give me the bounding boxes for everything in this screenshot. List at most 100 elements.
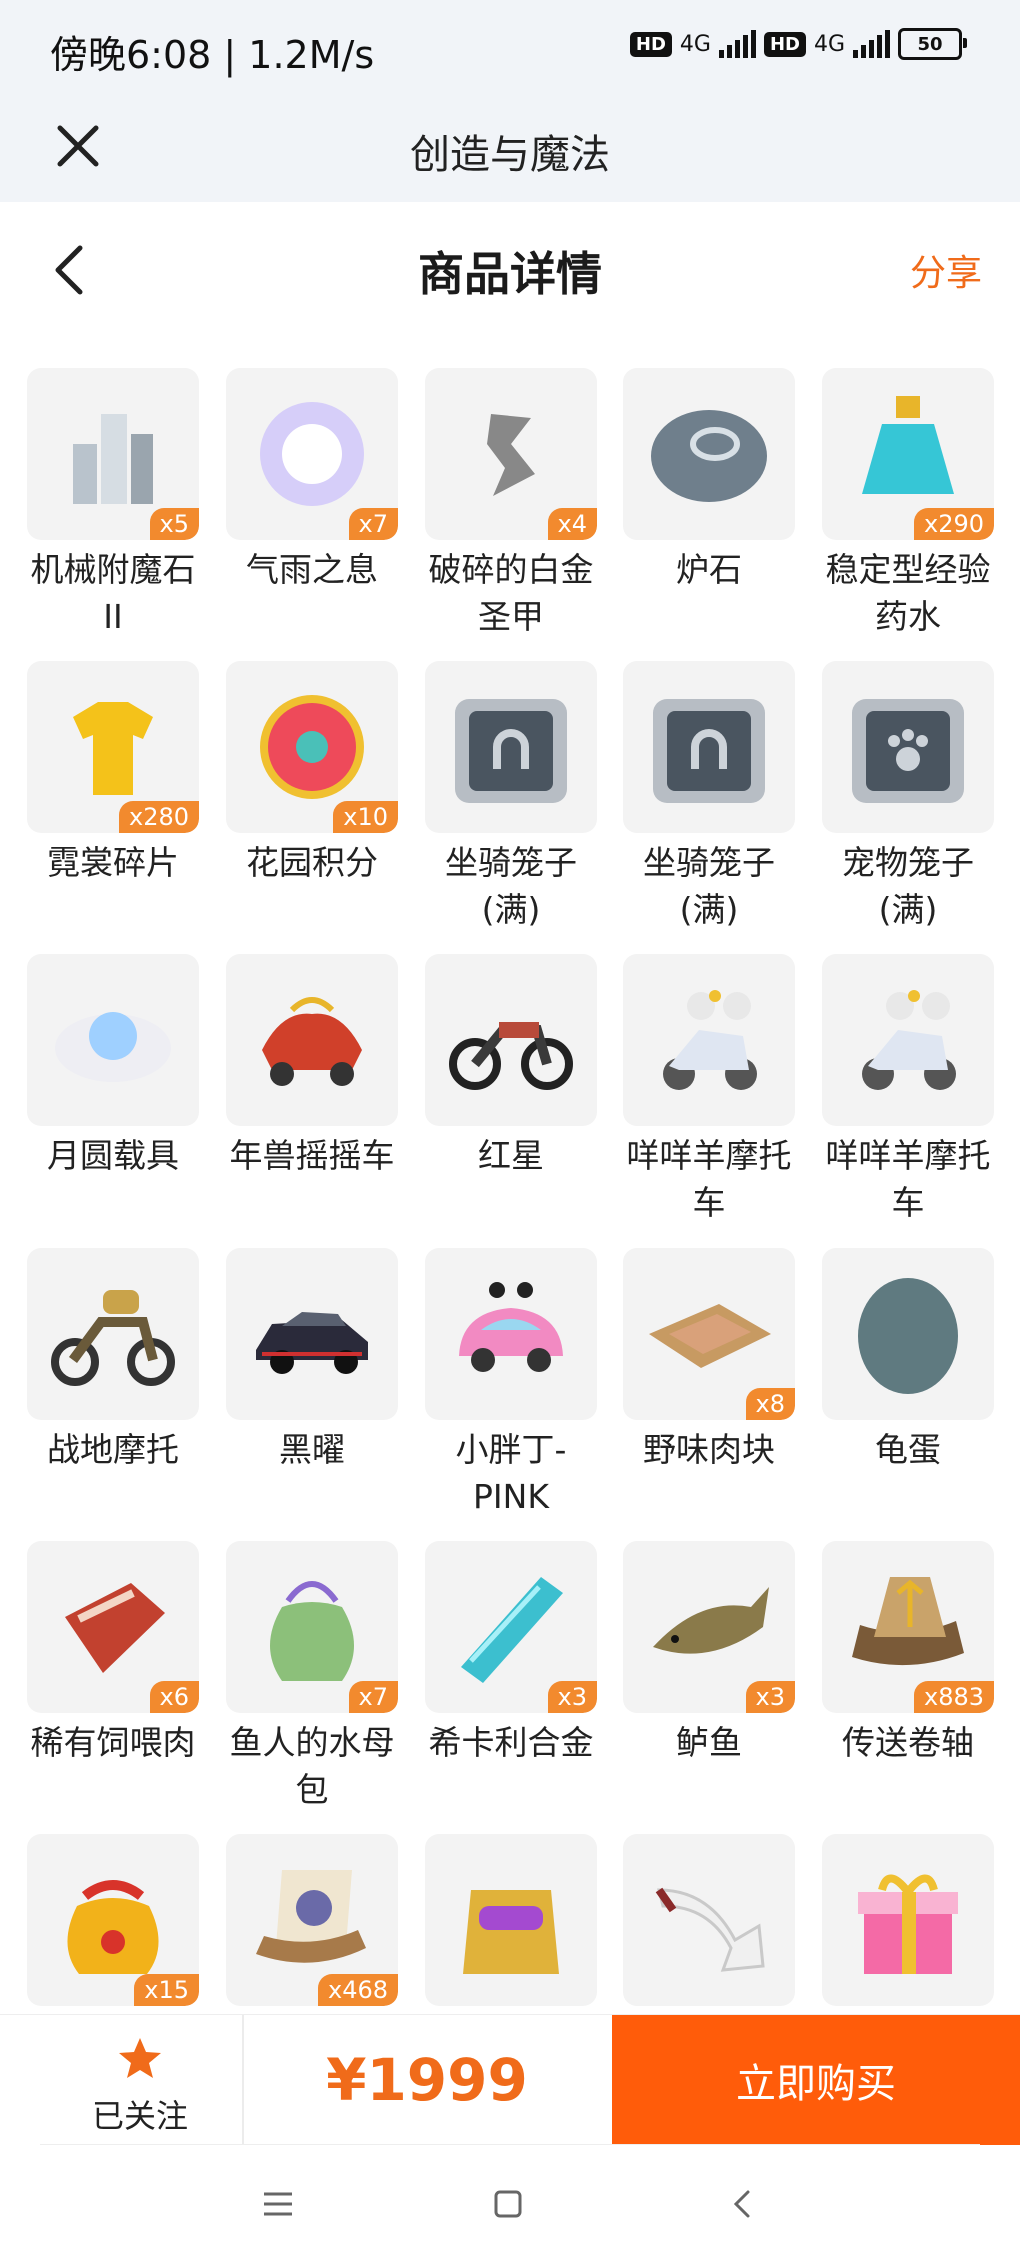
item-thumbnail [623,954,795,1126]
item-card[interactable]: 坐骑笼子(满) [425,661,597,933]
back-nav-icon[interactable] [712,2174,772,2234]
item-thumbnail: x290 [822,368,994,540]
item-card[interactable]: x7 鱼人的水母包 [226,1541,398,1813]
item-name: 霓裳碎片 [47,843,179,882]
item-card[interactable] [425,1834,597,2012]
item-thumbnail: x3 [623,1541,795,1713]
flower-icon [260,695,364,799]
gift-box-icon [858,1874,958,1974]
item-thumbnail [425,954,597,1126]
motorbike-icon [449,1022,573,1090]
follow-button[interactable]: 已关注 [40,2015,240,2145]
item-name: 机械附魔石II [30,550,196,636]
buy-now-button[interactable]: 立即购买 [612,2015,1020,2145]
hd-icon-2: HD [763,31,806,57]
item-name: 野味肉块 [643,1430,775,1469]
item-card[interactable]: x3 鲈鱼 [623,1541,795,1766]
item-count-badge: x15 [134,1974,199,2006]
item-count-badge: x7 [348,1681,398,1713]
item-card[interactable]: 年兽摇摇车 [226,954,398,1179]
item-count-badge: x3 [547,1681,597,1713]
black-car-icon [256,1312,368,1374]
item-name: 坐骑笼子(满) [643,843,775,929]
item-card[interactable]: 炉石 [623,368,795,593]
item-thumbnail [226,1248,398,1420]
item-card[interactable]: 宠物笼子(满) [822,661,994,933]
item-name: 希卡利合金 [428,1723,594,1762]
item-card[interactable]: x290 稳定型经验药水 [822,368,994,640]
item-thumbnail [822,954,994,1126]
item-card[interactable]: x6 稀有饲喂肉 [27,1541,199,1766]
item-count-badge: x3 [745,1681,795,1713]
item-card[interactable]: x10 花园积分 [226,661,398,886]
item-thumbnail: x468 [226,1834,398,2006]
app-title: 创造与魔法 [410,132,610,178]
item-card[interactable]: 月圆载具 [27,954,199,1179]
item-name: 鲈鱼 [676,1723,742,1762]
item-name: 龟蛋 [875,1430,941,1469]
item-card[interactable]: x5 机械附魔石II [27,368,199,640]
item-card[interactable]: 红星 [425,954,597,1179]
status-bar: 傍晚6:08 | 1.2M/s HD 4G HD 4G 50 [0,0,1020,100]
item-card[interactable]: 咩咩羊摩托车 [822,954,994,1226]
lucky-bag-icon [67,1880,159,1974]
item-name: 月圆载具 [47,1136,179,1175]
item-count-badge: x468 [317,1974,398,2006]
cloud-moon-icon [55,1012,171,1082]
backpack-icon [463,1890,559,1974]
bottom-action-bar: 已关注 ¥1999 立即购买 [0,2014,1020,2145]
item-card[interactable]: 黑曜 [226,1248,398,1473]
menu-icon[interactable] [248,2174,308,2234]
item-thumbnail [425,1248,597,1420]
hd-icon: HD [629,31,672,57]
item-count-badge: x7 [348,508,398,540]
item-card[interactable]: x280 霓裳碎片 [27,661,199,886]
item-card[interactable] [623,1834,795,2012]
item-card[interactable]: x15 [27,1834,199,2012]
orb-icon [260,402,364,506]
item-grid: x5 机械附魔石II x7 气雨之息 x4 破碎的白金圣甲 炉石 x290 稳定型经验药水 x28… [27,368,997,2018]
item-card[interactable]: x3 希卡利合金 [425,1541,597,1766]
military-bike-icon [51,1290,175,1386]
potion-icon [862,396,954,494]
item-name: 稳定型经验药水 [825,550,991,636]
ingot-icon [461,1577,563,1683]
item-card[interactable]: x8 野味肉块 [623,1248,795,1473]
follow-label: 已关注 [91,2097,188,2135]
item-thumbnail: x883 [822,1541,994,1713]
home-icon[interactable] [478,2174,538,2234]
mount-cage-icon [653,699,765,803]
sheep-scooter-icon [862,990,956,1090]
item-card[interactable]: x883 传送卷轴 [822,1541,994,1766]
item-card[interactable]: 咩咩羊摩托车 [623,954,795,1226]
item-count-badge: x8 [745,1388,795,1420]
bag-icon [270,1581,354,1681]
item-count-badge: x290 [913,508,994,540]
item-name: 小胖丁-PINK [455,1430,567,1516]
item-name: 咩咩羊摩托车 [825,1136,991,1222]
item-card[interactable]: 战地摩托 [27,1248,199,1473]
raw-meat-icon [65,1583,165,1673]
item-card[interactable]: 小胖丁-PINK [425,1248,597,1520]
item-name: 红星 [478,1136,544,1175]
item-card[interactable]: 龟蛋 [822,1248,994,1473]
share-button[interactable]: 分享 [910,244,982,296]
star-icon [119,2038,161,2078]
item-thumbnail: x8 [623,1248,795,1420]
system-nav-bar [0,2146,1020,2267]
item-name: 坐骑笼子(满) [445,843,577,929]
pet-cage-icon [852,699,964,803]
item-card[interactable]: x7 气雨之息 [226,368,398,593]
item-card[interactable]: x4 破碎的白金圣甲 [425,368,597,640]
status-time: 傍晚6:08 | 1.2M/s [50,33,375,77]
item-count-badge: x10 [333,801,398,833]
item-thumbnail [623,661,795,833]
fragment-icon [487,414,535,496]
item-thumbnail [822,661,994,833]
item-name: 宠物笼子(满) [842,843,974,929]
item-thumbnail: x10 [226,661,398,833]
item-card[interactable]: 坐骑笼子(满) [623,661,795,933]
item-card[interactable]: x468 [226,1834,398,2012]
item-card[interactable] [822,1834,994,2012]
item-thumbnail [623,1834,795,2006]
